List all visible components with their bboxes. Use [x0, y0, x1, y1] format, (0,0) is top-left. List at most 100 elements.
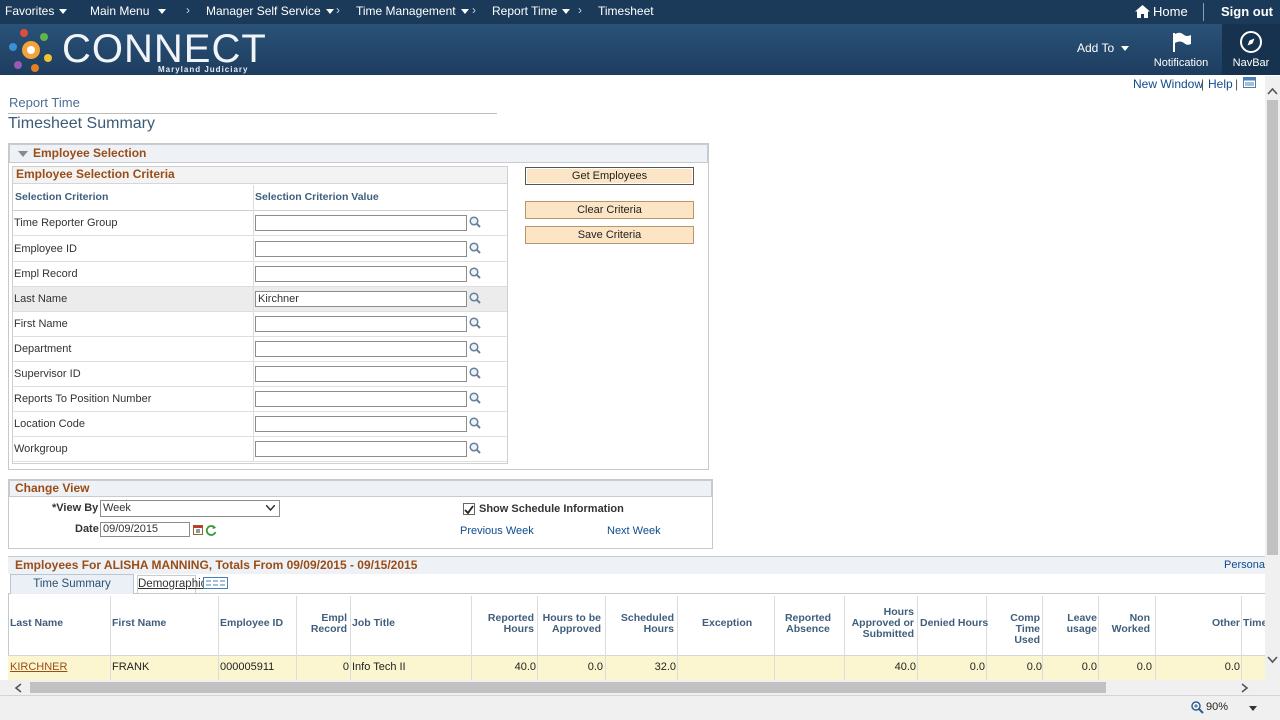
criteria-value-input[interactable] — [255, 316, 467, 332]
refresh-icon[interactable] — [205, 524, 217, 536]
tab-demographics[interactable]: Demographics — [137, 575, 212, 593]
horizontal-scroll-thumb[interactable] — [30, 682, 1106, 693]
column-header-job-title[interactable]: Job Title — [352, 618, 395, 629]
lookup-icon[interactable] — [469, 417, 481, 429]
employee-id: 000005911 — [220, 661, 275, 673]
column-header-non-worked[interactable]: Non Worked — [1100, 613, 1150, 635]
horizontal-scrollbar[interactable] — [0, 680, 1265, 695]
chevron-down-icon — [59, 9, 68, 15]
employee-selection-header[interactable]: Employee Selection — [9, 144, 708, 163]
help-link[interactable]: Help — [1208, 77, 1233, 91]
add-to-menu[interactable]: Add To — [1077, 41, 1130, 55]
employee-comp-time: 0.0 — [1026, 661, 1042, 673]
scroll-right-icon[interactable] — [1241, 683, 1249, 693]
time-management-menu[interactable]: Time Management — [356, 4, 469, 18]
column-header-denied-hours[interactable]: Denied Hours — [920, 618, 988, 629]
criteria-value-input[interactable] — [255, 266, 467, 282]
criteria-value-input[interactable] — [255, 241, 467, 257]
view-by-select[interactable]: Week — [100, 500, 280, 517]
save-criteria-button[interactable]: Save Criteria — [525, 226, 694, 244]
show-all-columns-icon[interactable] — [203, 577, 228, 589]
divider — [986, 596, 987, 680]
date-input[interactable]: 09/09/2015 — [100, 522, 190, 537]
employee-last-name-link[interactable]: KIRCHNER — [10, 661, 67, 673]
divider — [110, 596, 111, 680]
divider — [253, 387, 254, 412]
home-link[interactable]: Home — [1135, 4, 1188, 19]
criteria-value-input[interactable] — [255, 215, 467, 231]
column-header-reported-absence[interactable]: Reported Absence — [776, 613, 840, 635]
lookup-icon[interactable] — [469, 317, 481, 329]
scroll-down-icon[interactable] — [1267, 656, 1278, 664]
employee-reported-hours: 40.0 — [514, 661, 536, 673]
column-header-hours-approved[interactable]: Hours Approved or Submitted — [846, 607, 914, 640]
lookup-icon[interactable] — [469, 292, 481, 304]
column-header-hours-to-be-approved[interactable]: Hours to be Approved — [538, 613, 601, 635]
criteria-value-input[interactable] — [255, 416, 467, 432]
column-header-time[interactable]: Time — [1243, 618, 1267, 629]
page-layout-icon[interactable] — [1243, 77, 1256, 88]
notification-button[interactable]: Notification — [1145, 24, 1217, 75]
column-header-last-name[interactable]: Last Name — [10, 618, 63, 629]
divider — [253, 337, 254, 362]
chevron-down-icon — [266, 505, 275, 511]
checkmark-icon — [464, 505, 474, 515]
lookup-icon[interactable] — [469, 392, 481, 404]
divider — [253, 287, 254, 312]
manager-self-service-menu[interactable]: Manager Self Service — [206, 4, 334, 18]
next-week-link[interactable]: Next Week — [607, 525, 661, 537]
breadcrumb-separator: › — [472, 3, 476, 17]
zoom-icon[interactable] — [1191, 701, 1204, 714]
column-header-value: Selection Criterion Value — [255, 191, 379, 203]
sign-out-link[interactable]: Sign out — [1221, 4, 1273, 19]
previous-week-link[interactable]: Previous Week — [460, 525, 534, 537]
column-header-other[interactable]: Other — [1212, 618, 1240, 629]
criteria-value-input[interactable]: Kirchner — [255, 291, 467, 307]
show-schedule-label: Show Schedule Information — [479, 503, 624, 515]
report-time-menu[interactable]: Report Time — [492, 4, 571, 18]
vertical-scrollbar[interactable] — [1265, 76, 1280, 680]
scroll-up-icon[interactable] — [1267, 87, 1278, 95]
lookup-icon[interactable] — [469, 242, 481, 254]
employees-grid-title: Employees For ALISHA MANNING, Totals Fro… — [15, 558, 418, 572]
new-window-link[interactable]: New Window — [1133, 77, 1203, 91]
vertical-scroll-thumb[interactable] — [1267, 100, 1278, 555]
column-header-comp-time[interactable]: Comp Time Used — [988, 613, 1040, 646]
lookup-icon[interactable] — [469, 442, 481, 454]
criteria-value-input[interactable] — [255, 341, 467, 357]
scroll-left-icon[interactable] — [14, 683, 22, 693]
get-employees-button[interactable]: Get Employees — [525, 167, 694, 185]
employee-hours-approved: 40.0 — [894, 661, 916, 673]
tab-time-summary[interactable]: Time Summary — [10, 574, 134, 594]
lookup-icon[interactable] — [469, 342, 481, 354]
chevron-down-icon[interactable] — [1249, 706, 1257, 711]
scrollbar-corner — [1265, 680, 1280, 695]
column-header-employee-id[interactable]: Employee ID — [220, 618, 283, 629]
criteria-value-input[interactable] — [255, 366, 467, 382]
lookup-icon[interactable] — [469, 367, 481, 379]
lookup-icon[interactable] — [469, 216, 481, 228]
lookup-icon[interactable] — [469, 267, 481, 279]
show-schedule-checkbox[interactable] — [463, 503, 475, 515]
time-management-label: Time Management — [356, 4, 456, 18]
criteria-value-input[interactable] — [255, 391, 467, 407]
column-header-leave-usage[interactable]: Leave usage — [1045, 613, 1097, 635]
manager-self-service-label: Manager Self Service — [206, 4, 321, 18]
personalize-link[interactable]: Persona — [1224, 559, 1265, 571]
column-header-scheduled-hours[interactable]: Scheduled Hours — [608, 613, 674, 635]
column-header-empl-record[interactable]: Empl Record — [298, 613, 347, 635]
favorites-menu[interactable]: Favorites — [5, 4, 68, 18]
calendar-icon[interactable] — [193, 524, 203, 535]
column-header-first-name[interactable]: First Name — [112, 618, 166, 629]
chevron-down-icon — [1121, 46, 1130, 52]
zoom-level[interactable]: 90% — [1206, 701, 1228, 713]
navbar-button[interactable]: NavBar — [1222, 24, 1280, 75]
top-navigation: Favorites Main Menu › Manager Self Servi… — [0, 0, 1280, 24]
divider: | — [1201, 77, 1205, 91]
main-menu[interactable]: Main Menu — [90, 4, 167, 18]
column-header-exception[interactable]: Exception — [702, 618, 752, 629]
criteria-value-input[interactable] — [255, 441, 467, 457]
clear-criteria-button[interactable]: Clear Criteria — [525, 201, 694, 219]
column-header-reported-hours[interactable]: Reported Hours — [474, 613, 534, 635]
change-view-header: Change View — [9, 480, 712, 497]
